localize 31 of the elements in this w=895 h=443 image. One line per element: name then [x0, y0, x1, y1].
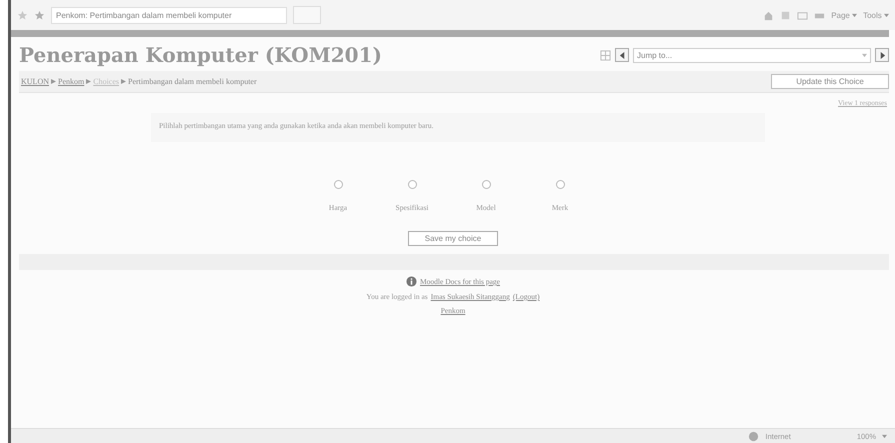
radio-button[interactable]: [408, 180, 416, 189]
breadcrumb-arrow-icon: [86, 79, 92, 84]
left-triangle-icon: [618, 52, 626, 58]
caret-icon: [884, 12, 889, 18]
tools-menu[interactable]: Tools: [863, 10, 889, 20]
home-icon[interactable]: [763, 10, 774, 20]
breadcrumb-current: Pertimbangan dalam membeli komputer: [128, 77, 257, 86]
radio-button[interactable]: [556, 180, 564, 189]
update-choice-button[interactable]: Update this Choice: [771, 74, 889, 89]
breadcrumb-arrow-icon: [51, 79, 56, 84]
radio-button[interactable]: [334, 180, 342, 189]
save-choice-button[interactable]: Save my choice: [408, 231, 498, 246]
breadcrumb-arrow-icon: [121, 79, 126, 84]
course-title: Penerapan Komputer (KOM201): [19, 43, 382, 67]
jump-dropdown[interactable]: Jump to...: [633, 48, 871, 62]
new-tab-button[interactable]: [293, 6, 321, 24]
block-icon[interactable]: [600, 50, 611, 60]
add-favorite-icon[interactable]: [34, 10, 45, 20]
breadcrumb-link[interactable]: Penkom: [58, 77, 84, 86]
caret-icon: [852, 12, 858, 18]
next-button[interactable]: [875, 48, 889, 62]
radio-button[interactable]: [482, 180, 490, 189]
right-triangle-icon: [878, 52, 886, 58]
caret-icon[interactable]: [882, 434, 887, 438]
breadcrumb-link[interactable]: KULON: [21, 77, 49, 86]
info-icon: [406, 276, 417, 287]
browser-tab[interactable]: Penkom: Pertimbangan dalam membeli komputer: [51, 6, 287, 24]
page-menu[interactable]: Page: [831, 10, 858, 20]
previous-button[interactable]: [615, 48, 629, 62]
favorite-star-icon[interactable]: [17, 10, 28, 20]
dropdown-caret-icon: [862, 52, 867, 58]
